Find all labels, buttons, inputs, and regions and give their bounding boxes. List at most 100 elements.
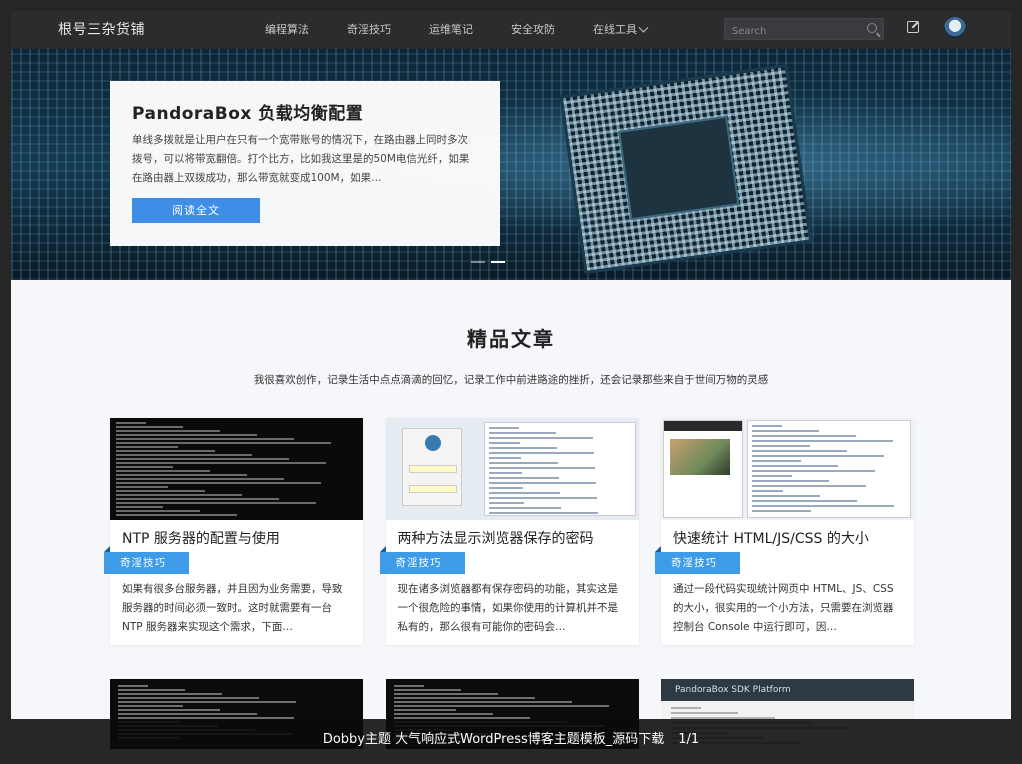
thumbnail-line [118, 693, 222, 695]
thumbnail-line [116, 506, 163, 508]
slider-dot[interactable] [471, 261, 485, 263]
thumbnail-line [116, 442, 331, 444]
slider-dot-active[interactable] [491, 261, 505, 263]
main-nav: 编程算法 奇淫技巧 运维笔记 安全攻防 在线工具 [265, 11, 685, 49]
thumbnail-line [752, 425, 782, 427]
hero-card: PandoraBox 负载均衡配置 单线多拨就是让用户在只有一个宽带账号的情况下… [110, 81, 500, 246]
card-thumbnail[interactable] [661, 418, 914, 520]
section-title: 精品文章 [467, 327, 555, 351]
thumbnail-line [752, 500, 857, 502]
card-title[interactable]: NTP 服务器的配置与使用 [122, 528, 280, 548]
thumbnail-line [116, 434, 257, 436]
thumbnail-line [116, 494, 242, 496]
lightbox-caption: Dobby主题 大气响应式WordPress博客主题模板_源码下载 1/1 [11, 719, 1011, 764]
card-excerpt: 如果有很多台服务器，并且因为业务需要，导致服务器的时间必须一致时。这时就需要有一… [122, 583, 343, 633]
category-tag[interactable]: 奇淫技巧 [655, 546, 740, 574]
thumbnail-line [488, 472, 522, 474]
thumbnail-line [118, 713, 257, 715]
thumbnail-line [116, 466, 173, 468]
thumbnail-line [488, 452, 594, 454]
read-more-button[interactable]: 阅读全文 [132, 198, 260, 223]
thumbnail-line [488, 457, 521, 459]
card-excerpt: 现在诸多浏览器都有保存密码的功能，其实这是一个很危险的事情，如果你使用的计算机并… [397, 583, 619, 633]
section-subtitle: 我很喜欢创作，记录生活中点点滴滴的回忆，记录工作中前进路途的挫折，还会记录那些来… [253, 374, 769, 386]
nav-item-tricks[interactable]: 奇淫技巧 [347, 11, 391, 49]
card-excerpt: 通过一段代码实现统计网页中 HTML、JS、CSS 的大小，很实用的一个小方法，… [673, 583, 894, 633]
card-title[interactable]: 快速统计 HTML/JS/CSS 的大小 [673, 528, 869, 548]
nav-item-tools[interactable]: 在线工具 [593, 11, 649, 49]
search-box [724, 18, 884, 42]
thumbnail-line [116, 498, 279, 500]
thumbnail-line [393, 689, 461, 691]
thumbnail-line [393, 697, 535, 699]
thumbnail-line [116, 438, 294, 440]
card-thumbnail[interactable] [385, 418, 639, 520]
thumbnail-line [116, 446, 178, 448]
thumbnail-line [116, 514, 237, 516]
thumbnail-line [116, 454, 252, 456]
article-card-list: NTP 服务器的配置与使用 奇淫技巧 如果有很多台服务器，并且因为业务需要，导致… [104, 418, 914, 645]
thumbnail-line [752, 475, 792, 477]
thumbnail-line [116, 474, 247, 476]
search-icon[interactable] [867, 23, 877, 33]
site-logo[interactable]: 根号三杂货铺 [58, 19, 145, 39]
thumbnail-line [752, 445, 810, 447]
thumbnail-line [752, 485, 866, 487]
thumbnail-line [116, 426, 183, 428]
thumbnail-line [393, 713, 493, 715]
thumbnail-line [393, 701, 572, 703]
thumbnail-line [752, 440, 893, 442]
thumbnail-line [752, 435, 856, 437]
thumbnail-line [116, 486, 168, 488]
thumbnail-line [116, 470, 210, 472]
thumbnail-line [118, 697, 259, 699]
article-card[interactable]: 两种方法显示浏览器保存的密码 奇淫技巧 现在诸多浏览器都有保存密码的功能，其实这… [379, 418, 639, 645]
thumbnail-line [118, 685, 148, 687]
thumbnail-line [393, 705, 609, 707]
thumbnail-line [752, 430, 819, 432]
thumbnail-line [752, 510, 811, 512]
sdk-platform-label: PandoraBox SDK Platform [661, 679, 914, 701]
thumbnail-line [393, 693, 498, 695]
thumbnail-line [116, 450, 215, 452]
category-tag[interactable]: 奇淫技巧 [104, 546, 189, 574]
thumbnail-line [752, 490, 783, 492]
hero-slider: PandoraBox 负载均衡配置 单线多拨就是让用户在只有一个宽带账号的情况下… [11, 49, 1011, 280]
thumbnail-line [752, 455, 884, 457]
slider-dots [471, 261, 505, 263]
nav-item-tools-label: 在线工具 [593, 23, 637, 36]
card-thumbnail[interactable] [110, 418, 363, 520]
thumbnail-line [488, 432, 556, 434]
caption-title: Dobby主题 大气响应式WordPress博客主题模板_源码下载 [322, 732, 665, 747]
thumbnail-line [752, 495, 820, 497]
nav-item-programming[interactable]: 编程算法 [265, 11, 309, 49]
thumbnail-line [752, 470, 875, 472]
category-tag[interactable]: 奇淫技巧 [379, 546, 465, 574]
thumbnail-line [118, 701, 296, 703]
hero-title[interactable]: PandoraBox 负载均衡配置 [132, 99, 478, 124]
thumbnail-line [393, 709, 456, 711]
card-title[interactable]: 两种方法显示浏览器保存的密码 [398, 528, 594, 548]
thumbnail-line [488, 442, 520, 444]
nav-item-ops[interactable]: 运维笔记 [429, 11, 473, 49]
thumbnail-line [752, 480, 829, 482]
thumbnail-line [116, 462, 326, 464]
thumbnail-line [488, 497, 597, 499]
nav-item-security[interactable]: 安全攻防 [511, 11, 555, 49]
chevron-down-icon [638, 22, 649, 33]
article-card[interactable]: 快速统计 HTML/JS/CSS 的大小 奇淫技巧 通过一段代码实现统计网页中 … [655, 418, 914, 645]
thumbnail-line [488, 477, 559, 479]
edit-icon[interactable] [907, 21, 919, 33]
avatar[interactable] [944, 17, 966, 39]
caption-text: Dobby主题 大气响应式WordPress博客主题模板_源码下载 1/1 [11, 719, 1011, 761]
thumbnail-line [752, 450, 847, 452]
article-card[interactable]: NTP 服务器的配置与使用 奇淫技巧 如果有很多台服务器，并且因为业务需要，导致… [104, 418, 363, 645]
thumbnail-line [488, 502, 524, 504]
thumbnail-line [488, 507, 561, 509]
search-input[interactable] [725, 21, 853, 42]
thumbnail-line [752, 465, 838, 467]
thumbnail-line [752, 505, 894, 507]
thumbnail-line [488, 437, 593, 439]
thumbnail-line [671, 707, 701, 709]
site-header: 根号三杂货铺 编程算法 奇淫技巧 运维笔记 安全攻防 在线工具 [11, 11, 1011, 49]
